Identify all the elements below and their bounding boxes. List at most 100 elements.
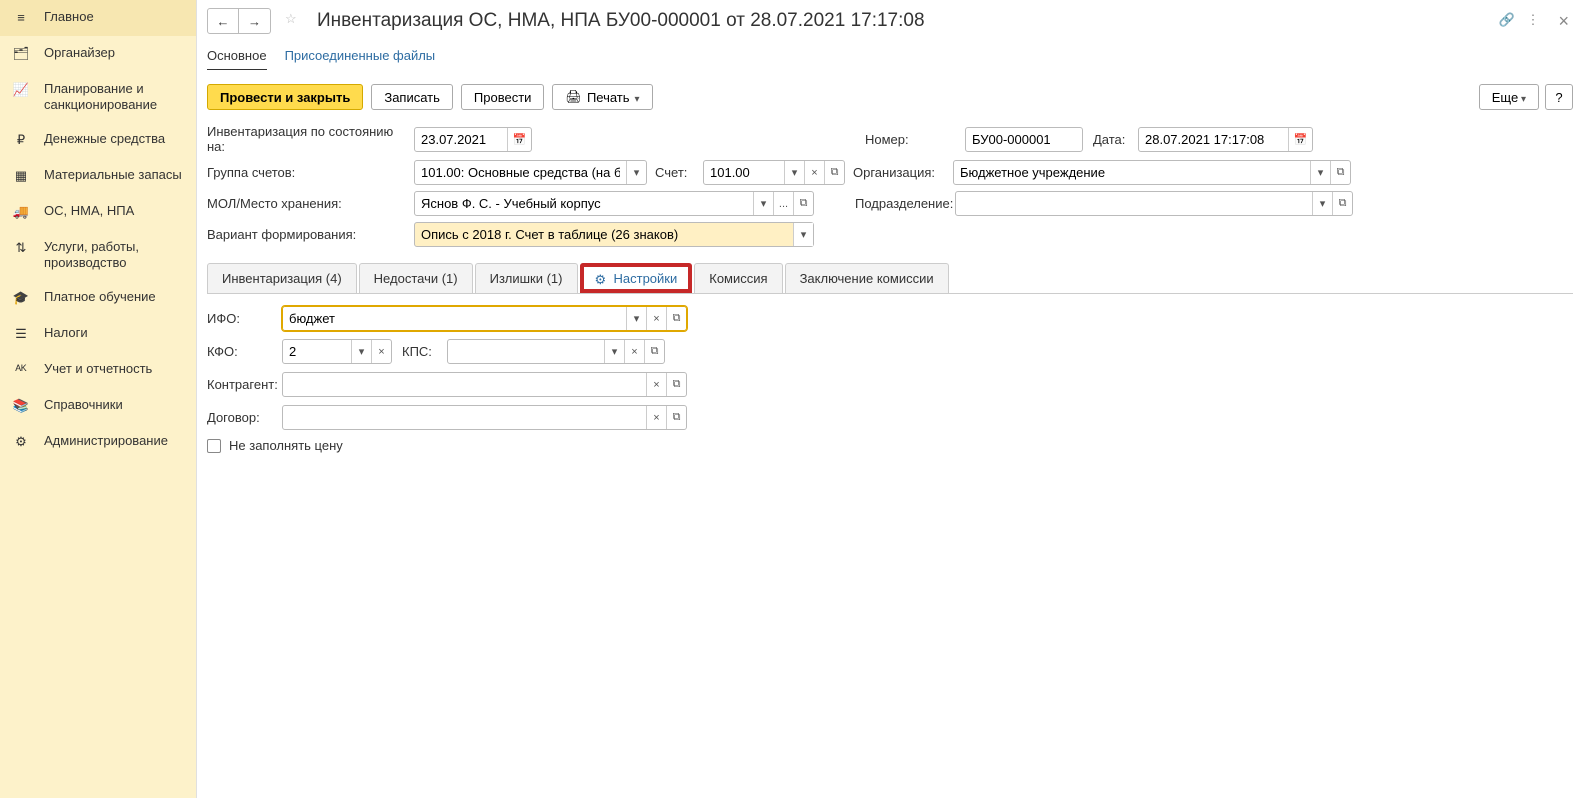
dropdown-icon[interactable]: ▾ — [753, 192, 773, 215]
sidebar-item-stock[interactable]: ▦Материальные запасы — [0, 158, 196, 194]
variant-field[interactable] — [415, 227, 793, 242]
kps-label: КПС: — [402, 344, 447, 359]
kfo-input[interactable]: ▾ × — [282, 339, 392, 364]
no-price-checkbox[interactable] — [207, 439, 221, 453]
link-icon[interactable]: 🔗 — [1498, 12, 1516, 30]
sidebar-item-planning[interactable]: 📈Планирование и санкционирование — [0, 72, 196, 122]
more-button[interactable]: Еще — [1479, 84, 1539, 110]
print-button[interactable]: 🖨Печать — [552, 84, 652, 110]
dropdown-icon[interactable]: ▾ — [793, 223, 813, 246]
post-close-button[interactable]: Провести и закрыть — [207, 84, 363, 110]
clear-icon[interactable]: × — [804, 161, 824, 184]
dropdown-icon[interactable]: ▾ — [351, 340, 371, 363]
counterparty-field[interactable] — [283, 377, 646, 392]
open-icon[interactable]: ⧉ — [1330, 161, 1350, 184]
back-button[interactable]: ← — [207, 8, 239, 34]
ifo-input[interactable]: ▾ × ⧉ — [282, 306, 687, 331]
asof-field[interactable] — [415, 132, 507, 147]
variant-input[interactable]: ▾ — [414, 222, 814, 247]
title-actions: 🔗 ⋮ × — [1498, 11, 1573, 32]
sidebar-item-services[interactable]: ⇅Услуги, работы, производство — [0, 230, 196, 280]
sidebar-item-organizer[interactable]: 🗂Органайзер — [0, 36, 196, 72]
tab-commission[interactable]: Комиссия — [694, 263, 782, 293]
mol-field[interactable] — [415, 196, 753, 211]
dept-input[interactable]: ▾ ⧉ — [955, 191, 1353, 216]
tabs: Инвентаризация (4) Недостачи (1) Излишки… — [207, 263, 1573, 294]
account-input[interactable]: ▾ × ⧉ — [703, 160, 845, 185]
sidebar-item-accounting[interactable]: ᴬᴷУчет и отчетность — [0, 352, 196, 388]
dropdown-icon[interactable]: ▾ — [784, 161, 804, 184]
admin-icon: ⚙ — [12, 433, 30, 451]
forward-button[interactable]: → — [239, 8, 271, 34]
dropdown-icon[interactable]: ▾ — [626, 161, 646, 184]
clear-icon[interactable]: × — [646, 307, 666, 330]
sidebar-label: ОС, НМА, НПА — [44, 203, 134, 219]
org-field[interactable] — [954, 165, 1310, 180]
date-input[interactable]: 📅 — [1138, 127, 1313, 152]
tab-inventory[interactable]: Инвентаризация (4) — [207, 263, 357, 293]
asof-input[interactable]: 📅 — [414, 127, 532, 152]
more-vertical-icon[interactable]: ⋮ — [1526, 12, 1544, 30]
calendar-icon[interactable]: 📅 — [1288, 128, 1312, 151]
number-input[interactable] — [965, 127, 1083, 152]
clear-icon[interactable]: × — [646, 406, 666, 429]
sidebar-item-reference[interactable]: 📚Справочники — [0, 388, 196, 424]
favorite-icon[interactable]: ☆ — [285, 11, 305, 31]
sidebar-label: Планирование и санкционирование — [44, 81, 184, 113]
date-field[interactable] — [1139, 132, 1288, 147]
calendar-icon[interactable]: 📅 — [507, 128, 531, 151]
dropdown-icon[interactable]: ▾ — [1310, 161, 1330, 184]
dropdown-icon[interactable]: ▾ — [626, 307, 646, 330]
help-button[interactable]: ? — [1545, 84, 1573, 110]
dropdown-icon[interactable]: ▾ — [1312, 192, 1332, 215]
account-label: Счет: — [655, 165, 703, 180]
form-grid: Инвентаризация по состоянию на: 📅 Номер:… — [197, 120, 1583, 259]
open-icon[interactable]: ⧉ — [824, 161, 844, 184]
account-field[interactable] — [704, 165, 784, 180]
mol-input[interactable]: ▾ ... ⧉ — [414, 191, 814, 216]
save-button[interactable]: Записать — [371, 84, 453, 110]
no-price-row[interactable]: Не заполнять цену — [207, 438, 1573, 453]
contract-field[interactable] — [283, 410, 646, 425]
sidebar-item-assets[interactable]: 🚚 ОС, НМА, НПА — [0, 194, 196, 230]
tab-shortages[interactable]: Недостачи (1) — [359, 263, 473, 293]
open-icon[interactable]: ⧉ — [644, 340, 664, 363]
tab-conclusion[interactable]: Заключение комиссии — [785, 263, 949, 293]
open-icon[interactable]: ⧉ — [793, 192, 813, 215]
kps-input[interactable]: ▾ × ⧉ — [447, 339, 665, 364]
clear-icon[interactable]: × — [624, 340, 644, 363]
contract-input[interactable]: × ⧉ — [282, 405, 687, 430]
sidebar-item-taxes[interactable]: ☰Налоги — [0, 316, 196, 352]
section-tab-attachments[interactable]: Присоединенные файлы — [285, 48, 436, 70]
sidebar-item-money[interactable]: ₽Денежные средства — [0, 122, 196, 158]
dept-field[interactable] — [956, 196, 1312, 211]
kfo-field[interactable] — [283, 344, 351, 359]
mol-label: МОЛ/Место хранения: — [207, 196, 414, 211]
open-icon[interactable]: ⧉ — [666, 406, 686, 429]
open-icon[interactable]: ⧉ — [666, 307, 686, 330]
close-button[interactable]: × — [1554, 11, 1573, 32]
assets-icon: 🚚 — [12, 203, 30, 221]
sidebar-item-admin[interactable]: ⚙Администрирование — [0, 424, 196, 460]
dropdown-icon[interactable]: ▾ — [604, 340, 624, 363]
group-input[interactable]: ▾ — [414, 160, 647, 185]
post-button[interactable]: Провести — [461, 84, 545, 110]
tab-settings[interactable]: ⚙Настройки — [580, 263, 693, 293]
section-tab-main[interactable]: Основное — [207, 48, 267, 70]
sidebar-item-education[interactable]: 🎓Платное обучение — [0, 280, 196, 316]
counterparty-input[interactable]: × ⧉ — [282, 372, 687, 397]
sidebar-label: Учет и отчетность — [44, 361, 152, 377]
clear-icon[interactable]: × — [371, 340, 391, 363]
ellipsis-icon[interactable]: ... — [773, 192, 793, 215]
clear-icon[interactable]: × — [646, 373, 666, 396]
stock-icon: ▦ — [12, 167, 30, 185]
tab-surplus[interactable]: Излишки (1) — [475, 263, 578, 293]
org-input[interactable]: ▾ ⧉ — [953, 160, 1351, 185]
open-icon[interactable]: ⧉ — [666, 373, 686, 396]
sidebar-item-main[interactable]: ≡Главное — [0, 0, 196, 36]
kps-field[interactable] — [448, 344, 604, 359]
number-field[interactable] — [966, 132, 1082, 147]
group-field[interactable] — [415, 165, 626, 180]
open-icon[interactable]: ⧉ — [1332, 192, 1352, 215]
ifo-field[interactable] — [283, 311, 626, 326]
